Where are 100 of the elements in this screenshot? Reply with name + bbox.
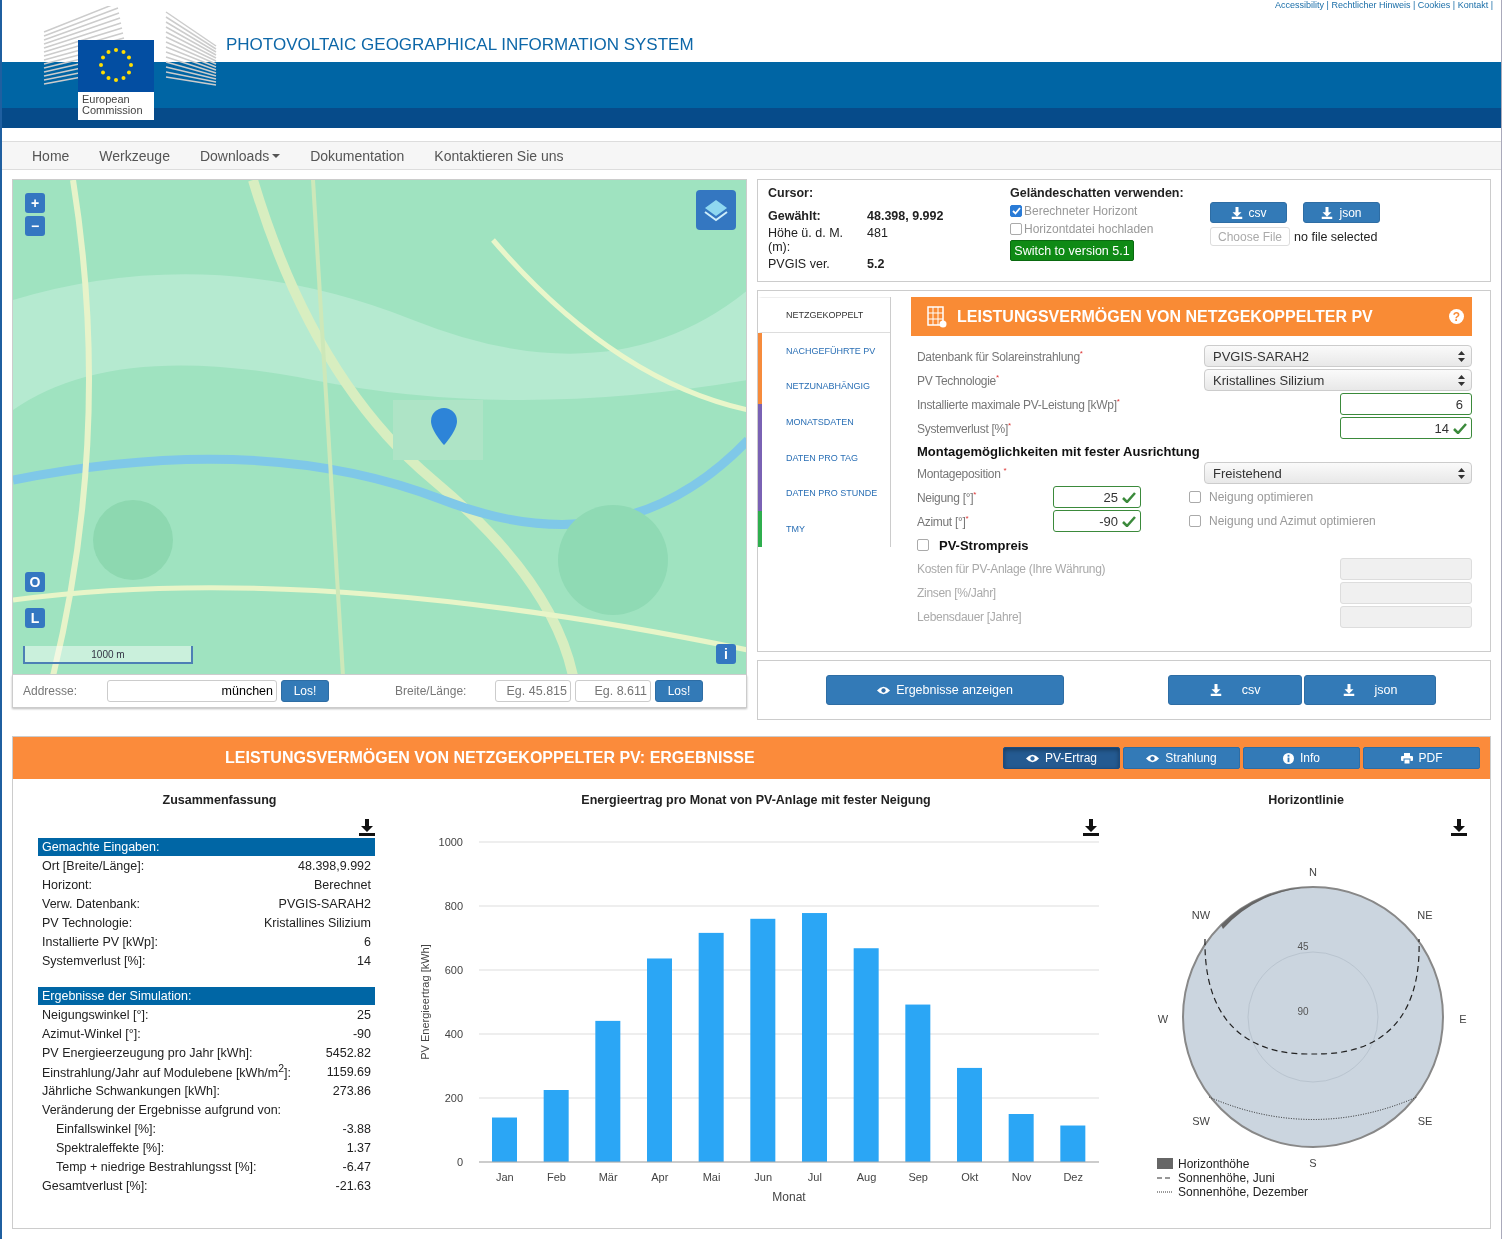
info-button[interactable]: i — [716, 644, 736, 664]
number-input[interactable]: 25 — [1053, 486, 1141, 508]
print-icon — [1400, 752, 1413, 764]
summary-value: 1.37 — [346, 1140, 371, 1155]
compass-label: SW — [1192, 1115, 1210, 1127]
switch-version-button[interactable]: Switch to version 5.1 — [1010, 240, 1134, 261]
compass-label: E — [1459, 1013, 1467, 1025]
terrain-checkbox[interactable] — [1010, 205, 1022, 217]
summary-label: Einstrahlung/Jahr auf Modulebene [kWh/m$^{2}$]: — [42, 1062, 291, 1081]
address-label: Addresse: — [23, 684, 79, 698]
summary-value: -3.88 — [342, 1121, 371, 1136]
valid-check-icon — [1453, 423, 1467, 434]
month-bar — [1008, 1114, 1034, 1162]
month-bar — [492, 1117, 517, 1162]
latlon-label: Breite/Länge: — [395, 684, 468, 698]
eye-icon — [1146, 753, 1160, 763]
x-tick-label: Okt — [961, 1171, 979, 1183]
solar-panel-icon — [927, 305, 947, 328]
download-button[interactable]: csv — [1168, 675, 1302, 705]
layer-toggle-button[interactable]: O — [25, 572, 45, 592]
nav-link[interactable]: Kontaktieren Sie uns — [434, 147, 564, 164]
summary-value: 25 — [357, 1007, 371, 1022]
address-input[interactable]: münchen — [107, 680, 277, 702]
view-tab[interactable]: Info — [1243, 747, 1360, 769]
field-label: Installierte maximale PV-Leistung [kWp]$^{*}$ — [917, 396, 1121, 412]
layer-toggle-button[interactable]: L — [25, 608, 45, 628]
download-button[interactable]: csv — [1210, 202, 1287, 223]
field-label: Zinsen [%/Jahr] — [917, 586, 997, 600]
x-tick-label: Nov — [1011, 1171, 1032, 1183]
nav-link[interactable]: Werkzeuge — [99, 147, 170, 164]
info-value: 481 — [867, 226, 888, 242]
download-icon[interactable] — [1451, 819, 1467, 836]
go-button[interactable]: Los! — [655, 680, 703, 702]
field-label: Datenbank für Solareinstrahlung$^{*}$ — [917, 348, 1084, 364]
checkbox-label: Berechneter Horizont — [1024, 204, 1138, 218]
number-input[interactable]: 6 — [1340, 393, 1472, 415]
x-tick-label: Mär — [598, 1171, 618, 1183]
download-icon[interactable] — [1083, 819, 1099, 836]
x-tick-label: Jun — [754, 1171, 773, 1183]
select-arrows-icon — [1458, 467, 1465, 479]
field-label: Lebensdauer [Jahre] — [917, 610, 1023, 624]
download-button[interactable]: json — [1304, 675, 1436, 705]
select-field[interactable]: Freistehend — [1204, 462, 1472, 484]
download-button[interactable]: json — [1303, 202, 1380, 223]
legend-swatch — [1157, 1158, 1173, 1169]
summary-title: Zusammenfassung — [161, 793, 278, 807]
view-tab[interactable]: PDF — [1363, 747, 1480, 769]
go-button[interactable]: Los! — [281, 680, 329, 702]
info-value: 48.398, 9.992 — [867, 209, 944, 223]
nav-link[interactable]: Dokumentation — [310, 147, 405, 164]
summary-label: PV Technologie: — [42, 915, 133, 930]
nav-link[interactable]: Home — [32, 147, 70, 164]
eye-icon — [877, 685, 891, 695]
x-tick-label: Feb — [547, 1171, 566, 1183]
show-results-button[interactable]: Ergebnisse anzeigen — [826, 675, 1064, 705]
y-tick-label: 200 — [444, 1092, 463, 1104]
info-label: Gewählt: — [768, 209, 822, 223]
summary-label: Verw. Datenbank: — [42, 896, 140, 911]
nav-link[interactable]: Downloads — [199, 147, 281, 164]
view-tab[interactable]: PV-Ertrag — [1003, 747, 1120, 769]
field-label: Systemverlust [%]$^{*}$ — [917, 420, 1012, 436]
month-bar — [543, 1090, 569, 1162]
file-status: no file selected — [1294, 229, 1378, 244]
summary-label: Neigungswinkel [°]: — [42, 1007, 149, 1022]
option-checkbox[interactable] — [1189, 515, 1201, 527]
download-icon[interactable] — [359, 819, 375, 836]
legend-label: Sonnenhöhe, Juni — [1178, 1171, 1275, 1185]
view-tab[interactable]: Strahlung — [1123, 747, 1240, 769]
top-links[interactable]: Accessibility | Rechtlicher Hinweis | Cookies | Kontakt | — [1275, 0, 1493, 10]
compass-label: NE — [1417, 909, 1433, 921]
summary-value: 6 — [364, 934, 371, 949]
layers-button[interactable] — [696, 190, 736, 230]
latitude-input[interactable]: Eg. 45.815 — [495, 680, 571, 702]
summary-value: 273.86 — [332, 1083, 371, 1098]
download-icon — [1209, 684, 1222, 696]
x-tick-label: Dez — [1063, 1171, 1083, 1183]
info-value: 5.2 — [867, 257, 885, 271]
summary-label: Temp + niedrige Bestrahlungsst [%]: — [56, 1159, 257, 1174]
summary-value: 5452.82 — [325, 1045, 371, 1060]
info-label: PVGIS ver. — [768, 257, 831, 271]
map-scale: 1000 m — [23, 646, 193, 664]
longitude-input[interactable]: Eg. 8.611 — [575, 680, 651, 702]
number-input[interactable]: 14 — [1340, 417, 1472, 439]
compass-label: NW — [1191, 909, 1211, 921]
terrain-checkbox[interactable] — [1010, 223, 1022, 235]
x-tick-label: Mai — [702, 1171, 721, 1183]
eye-icon — [1026, 753, 1039, 763]
logo-text: European Commission — [78, 92, 154, 120]
option-checkbox[interactable] — [1189, 491, 1201, 503]
valid-check-icon — [1122, 516, 1136, 527]
summary-value: -21.63 — [335, 1178, 371, 1193]
select-field[interactable]: PVGIS-SARAH2 — [1204, 345, 1472, 367]
side-tab[interactable]: NETZGEKOPPELT — [758, 297, 890, 333]
zoom-in-button[interactable]: + — [25, 193, 45, 213]
zoom-out-button[interactable]: − — [25, 216, 45, 236]
field-label: Azimut [°]$^{*}$ — [917, 513, 970, 529]
number-input[interactable]: -90 — [1053, 510, 1141, 532]
compass-label: N — [1309, 866, 1317, 878]
select-field[interactable]: Kristallines Silizium — [1204, 369, 1472, 391]
site-title: PHOTOVOLTAIC GEOGRAPHICAL INFORMATION SYSTEM — [226, 35, 694, 55]
